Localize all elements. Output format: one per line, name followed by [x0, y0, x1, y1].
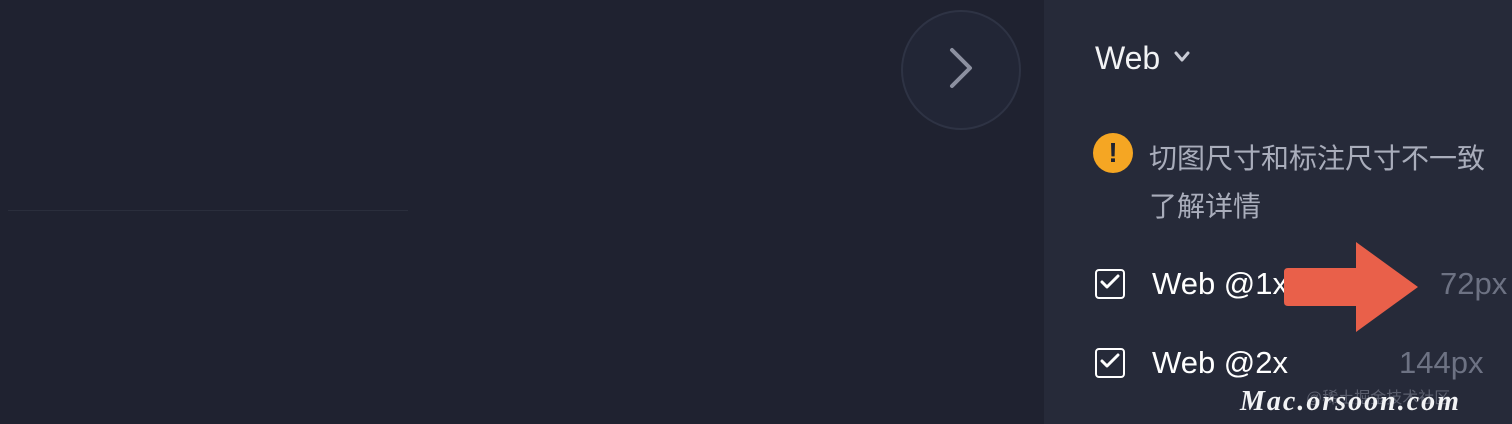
platform-selector[interactable]: Web	[1095, 40, 1190, 77]
expand-panel-button[interactable]	[901, 10, 1021, 130]
warning-icon: !	[1093, 133, 1133, 173]
export-1x-checkbox[interactable]	[1095, 269, 1125, 299]
export-option-label: Web @1x	[1152, 266, 1289, 301]
checkmark-icon	[1100, 274, 1120, 295]
checkmark-icon	[1100, 353, 1120, 374]
platform-selector-value: Web	[1095, 40, 1161, 76]
warning-text: 切图尺寸和标注尺寸不一致	[1149, 143, 1486, 174]
export-option-label: Web @2x	[1152, 345, 1289, 380]
chevron-down-icon	[1174, 51, 1190, 63]
site-watermark: Mac.orsoon.com	[1240, 386, 1461, 417]
chevron-right-icon	[946, 46, 976, 95]
warning-message: 切图尺寸和标注尺寸不一致 了解详情	[1149, 135, 1512, 231]
export-option-size: 144px	[1399, 345, 1484, 380]
canvas-area	[0, 0, 1044, 424]
canvas-guide-line	[8, 210, 408, 211]
export-option-row: Web @2x 144px	[1095, 343, 1512, 383]
learn-more-link[interactable]: 了解详情	[1149, 183, 1512, 231]
export-2x-checkbox[interactable]	[1095, 348, 1125, 378]
annotation-arrow-icon	[1284, 242, 1418, 332]
export-option-size: 72px	[1440, 266, 1508, 301]
export-panel: Web ! 切图尺寸和标注尺寸不一致 了解详情 Web @1x 72px Web…	[1044, 0, 1512, 424]
